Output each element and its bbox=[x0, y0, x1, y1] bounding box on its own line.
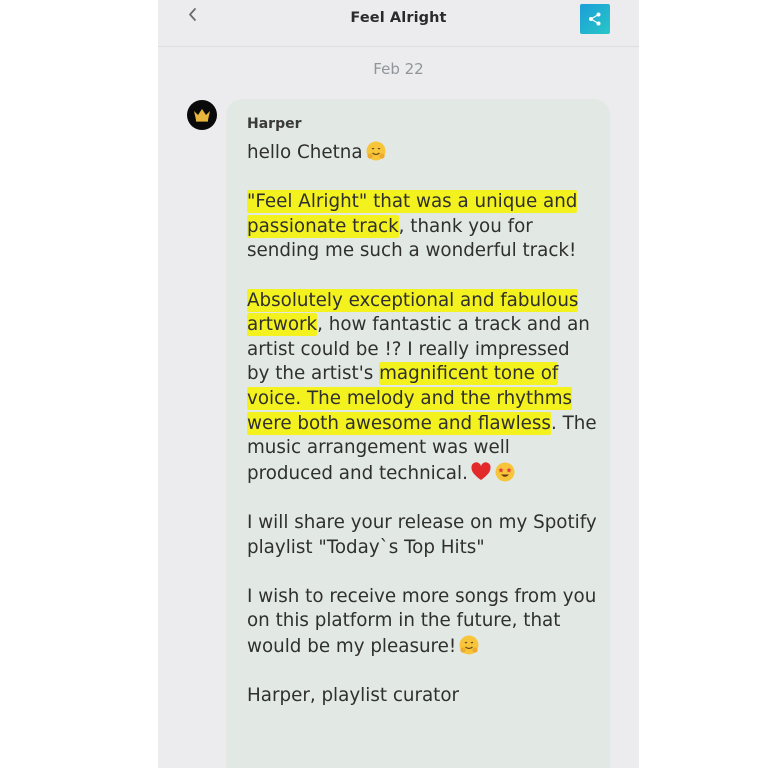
chat-screen: Feel Alright Feb 22 Harper hello Chetna bbox=[158, 0, 639, 768]
hugging-face-emoji bbox=[458, 634, 480, 656]
paragraph-4: I wish to receive more songs from you on… bbox=[247, 585, 597, 660]
star-struck-emoji bbox=[494, 461, 516, 483]
message-body: hello Chetna "Feel Alright" that was a u… bbox=[247, 140, 597, 709]
red-heart-emoji bbox=[470, 461, 492, 483]
greeting-text: hello Chetna bbox=[247, 142, 363, 163]
paragraph-text: I wish to receive more songs from you on… bbox=[247, 585, 597, 657]
share-button[interactable] bbox=[580, 4, 610, 34]
paragraph-1: "Feel Alright" that was a unique and pas… bbox=[247, 190, 597, 264]
avatar[interactable] bbox=[187, 100, 217, 130]
greeting-line: hello Chetna bbox=[247, 140, 597, 166]
signature: Harper, playlist curator bbox=[247, 685, 460, 707]
page-title: Feel Alright bbox=[350, 10, 447, 26]
hugging-face-emoji bbox=[365, 140, 387, 162]
paragraph-3: I will share your release on my Spotify … bbox=[247, 511, 597, 558]
sender-name: Harper bbox=[247, 116, 302, 132]
paragraph-2: Absolutely exceptional and fabulous artw… bbox=[247, 288, 597, 487]
date-separator: Feb 22 bbox=[373, 60, 424, 78]
chat-header: Feel Alright bbox=[158, 0, 639, 47]
